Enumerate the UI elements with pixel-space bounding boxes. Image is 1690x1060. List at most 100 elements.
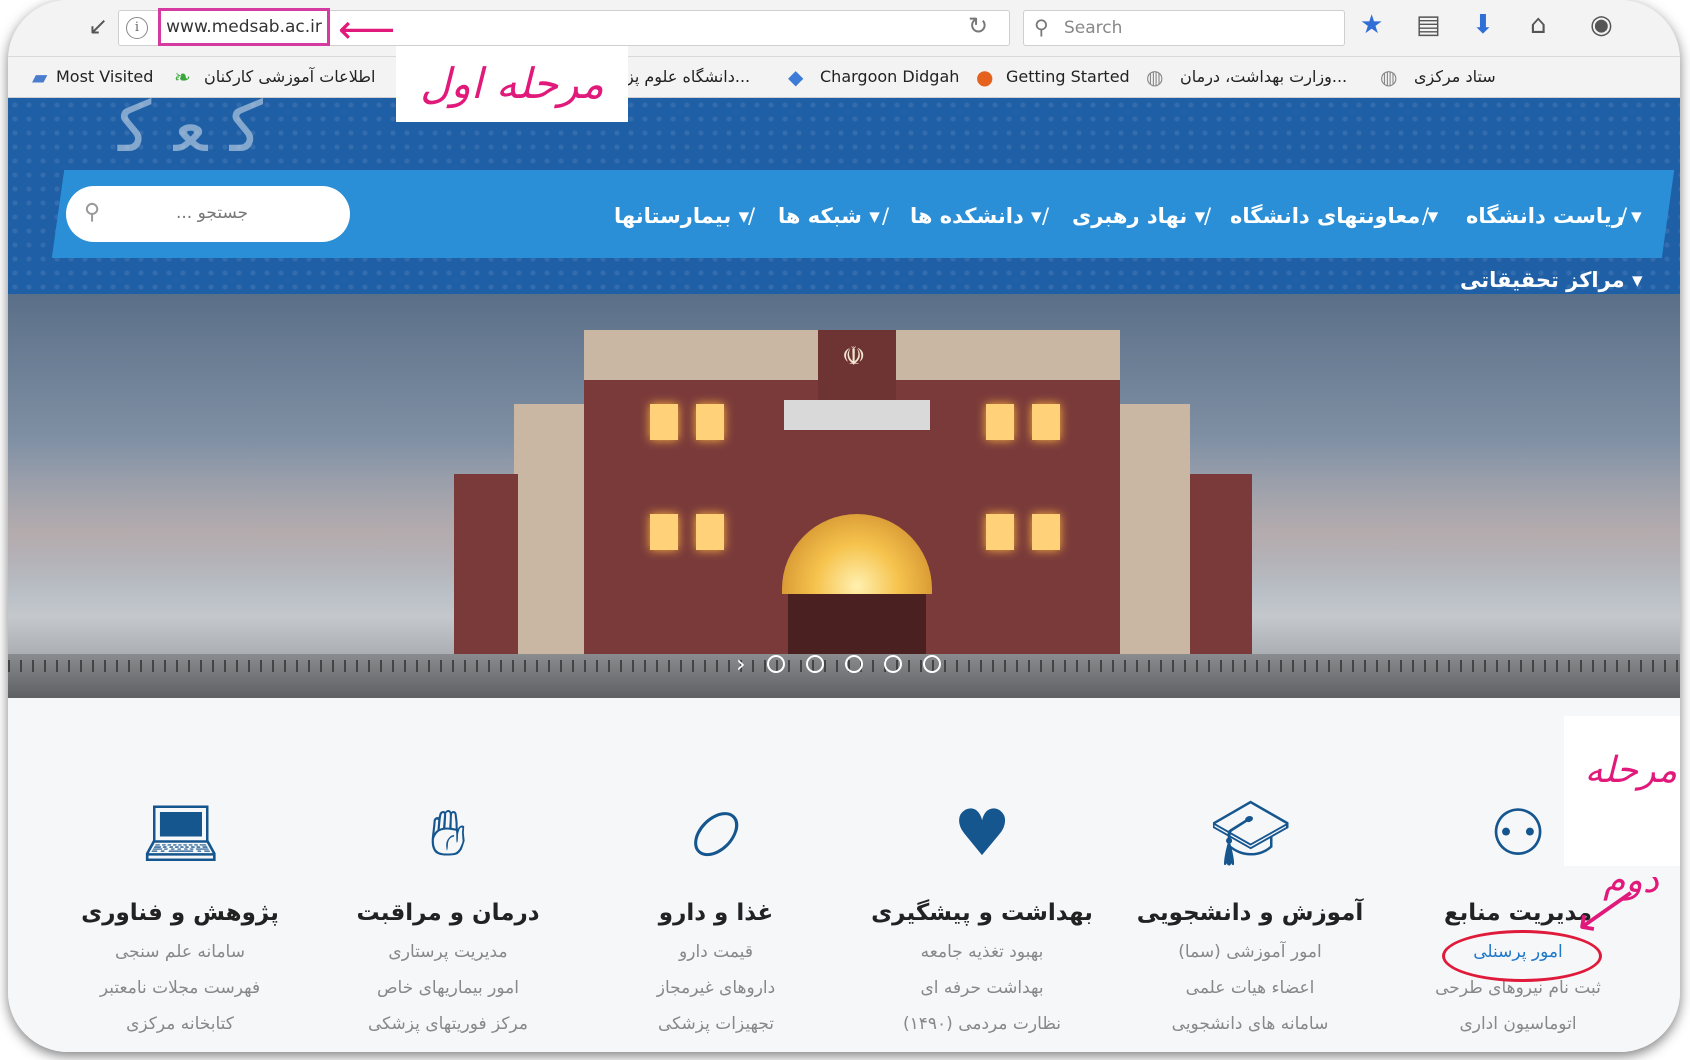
reload-icon[interactable]: ↻	[968, 12, 988, 40]
nav-item-faculties[interactable]: ▾ دانشکده ها	[910, 204, 1042, 228]
bookmark-central-hq[interactable]: ستاد مرکزی	[1414, 67, 1496, 86]
building-right-wing	[1190, 474, 1252, 654]
services-section: ⚇ مدیریت منابع امور پرسنلی ثبت نام نیروه…	[8, 698, 1680, 1052]
info-icon[interactable]: i	[126, 17, 148, 39]
building-left-wing	[454, 474, 518, 654]
emblem-icon: ☫	[842, 342, 866, 372]
window	[1032, 514, 1060, 550]
annotation-step-1: مرحله اول	[396, 46, 628, 122]
globe-icon: ◍	[1146, 65, 1164, 89]
nav-separator: /	[1042, 204, 1050, 228]
slider-dot[interactable]	[844, 655, 863, 673]
building-left-tower	[514, 404, 584, 654]
service-link[interactable]: مرکز فوریتهای پزشکی	[314, 1014, 582, 1034]
service-link[interactable]: کتابخانه مرکزی	[46, 1014, 314, 1034]
search-icon: ⚲	[84, 200, 101, 225]
service-treatment: ✋︎ درمان و مراقبت مدیریت پرستاری امور بی…	[314, 698, 582, 1052]
slider-dot[interactable]	[805, 655, 824, 673]
service-link[interactable]: تجهیزات پزشکی	[582, 1014, 850, 1034]
globe-icon: ◍	[1380, 65, 1398, 89]
window	[1032, 404, 1060, 440]
nav-item-presidency[interactable]: ▾ ریاست دانشگاه	[1466, 204, 1642, 228]
service-link[interactable]: سامانه علم سنجی	[46, 942, 314, 962]
building-right-tower	[1120, 404, 1190, 654]
bookmark-getting-started[interactable]: Getting Started	[1006, 67, 1130, 86]
window	[986, 404, 1014, 440]
most-visited-icon: ▰	[32, 65, 48, 89]
slider-next-icon[interactable]: ›	[736, 650, 746, 678]
window	[696, 514, 724, 550]
chargoon-icon: ◆	[788, 65, 804, 89]
service-education: 🎓︎ آموزش و دانشجویی امور آموزشی (سما) اع…	[1116, 698, 1384, 1052]
pill-icon: ⬭	[670, 788, 762, 880]
service-health: ♥ بهداشت و پیشگیری بهبود تغذیه جامعه بهد…	[848, 698, 1116, 1052]
bookmark-staff-education[interactable]: اطلاعات آموزشی کارکنان	[204, 67, 375, 86]
site-search-placeholder: جستجو ...	[176, 203, 249, 223]
entrance-doors	[788, 594, 926, 654]
service-link[interactable]: امور آموزشی (سما)	[1116, 942, 1384, 962]
firefox-icon: ●	[976, 65, 994, 89]
site-search-input[interactable]: ⚲ جستجو ...	[66, 186, 350, 242]
nav-item-networks[interactable]: ▾ شبکه ها	[778, 204, 880, 228]
balcony-railing	[784, 400, 930, 430]
service-link[interactable]: بهبود تغذیه جامعه	[848, 942, 1116, 962]
window	[986, 514, 1014, 550]
service-title[interactable]: بهداشت و پیشگیری	[848, 900, 1116, 926]
hero-slider[interactable]: ☫ ›	[8, 294, 1680, 698]
browser-search-box[interactable]: ⚲ Search	[1023, 10, 1345, 46]
annotation-circle	[1442, 930, 1602, 982]
browser-search-placeholder: Search	[1064, 18, 1123, 38]
slider-dot[interactable]	[923, 655, 942, 673]
service-link[interactable]: بهداشت حرفه ای	[848, 978, 1116, 998]
url-text[interactable]: www.medsab.ac.ir	[158, 8, 330, 46]
service-link[interactable]: داروهای غیرمجاز	[582, 978, 850, 998]
pocket-icon[interactable]: ◉	[1590, 10, 1613, 40]
laptop-data-icon: 💻︎	[140, 797, 222, 871]
graduation-cap-icon: 🎓︎	[1210, 797, 1292, 871]
annotation-step-2: مرحله دوم	[1564, 716, 1680, 901]
bookmark-most-visited[interactable]: Most Visited	[56, 67, 153, 86]
service-link[interactable]: اعضاء هیات علمی	[1116, 978, 1384, 998]
service-title[interactable]: پژوهش و فناوری	[46, 900, 314, 926]
nav-item-leadership[interactable]: ▾ نهاد رهبری	[1072, 204, 1205, 228]
site-header: ﮐ ﻌ ﮐ ⚲ جستجو ... / ▾ ریاست دانشگاه / ▾ …	[8, 86, 1680, 294]
service-link[interactable]: اتوماسیون اداری	[1384, 1014, 1652, 1034]
browser-toolbar: ↙ i www.medsab.ac.ir ↻ ⚲ Search ★ ▤ ⬇ ⌂ …	[8, 0, 1680, 57]
bookmark-star-icon[interactable]: ★	[1360, 10, 1383, 40]
bookmark-university[interactable]: ...دانشگاه علوم پز	[626, 67, 750, 86]
service-title[interactable]: آموزش و دانشجویی	[1116, 900, 1384, 926]
service-title[interactable]: درمان و مراقبت	[314, 900, 582, 926]
service-link[interactable]: فهرست مجلات نامعتبر	[46, 978, 314, 998]
service-link[interactable]: نظارت مردمی (۱۴۹۰)	[848, 1014, 1116, 1034]
hands-box-icon: ✋︎	[429, 797, 467, 871]
heart-plus-icon: ♥	[953, 797, 1011, 871]
search-icon: ⚲	[1034, 15, 1049, 39]
back-arrow-icon[interactable]: ↙	[88, 12, 108, 40]
slider-dot[interactable]	[883, 655, 902, 673]
slider-pagination: ›	[736, 650, 957, 678]
window	[650, 404, 678, 440]
people-network-icon: ⚇	[1489, 797, 1547, 871]
service-title[interactable]: غذا و دارو	[582, 900, 850, 926]
download-icon[interactable]: ⬇	[1472, 10, 1494, 40]
window	[650, 514, 678, 550]
slider-dot[interactable]	[766, 655, 785, 673]
nav-item-hospitals[interactable]: ▾ بیمارستانها	[614, 204, 749, 228]
nav-item-deputies[interactable]: ▾ معاونتهای دانشگاه	[1230, 204, 1438, 228]
service-link[interactable]: قیمت دارو	[582, 942, 850, 962]
screenshot-frame: ↙ i www.medsab.ac.ir ↻ ⚲ Search ★ ▤ ⬇ ⌂ …	[8, 0, 1680, 1052]
reading-list-icon[interactable]: ▤	[1416, 10, 1441, 40]
service-food-drug: ⬭ غذا و دارو قیمت دارو داروهای غیرمجاز ت…	[582, 698, 850, 1052]
service-link[interactable]: مدیریت پرستاری	[314, 942, 582, 962]
nav-separator: /	[882, 204, 890, 228]
site-logo: ﮐ ﻌ ﮐ	[118, 86, 263, 168]
service-link[interactable]: امور بیماریهای خاص	[314, 978, 582, 998]
bookmark-chargoon[interactable]: Chargoon Didgah	[820, 67, 959, 86]
home-icon[interactable]: ⌂	[1530, 10, 1547, 40]
service-research: 💻︎ پژوهش و فناوری سامانه علم سنجی فهرست …	[46, 698, 314, 1052]
bookmark-ministry[interactable]: ...وزارت بهداشت، درمان	[1180, 67, 1347, 86]
annotation-arrow-left-icon: ⟵	[338, 7, 396, 53]
window	[696, 404, 724, 440]
service-link[interactable]: سامانه های دانشجویی	[1116, 1014, 1384, 1034]
nav-item-research-centers[interactable]: ▾ مراکز تحقیقاتی	[1460, 268, 1643, 292]
